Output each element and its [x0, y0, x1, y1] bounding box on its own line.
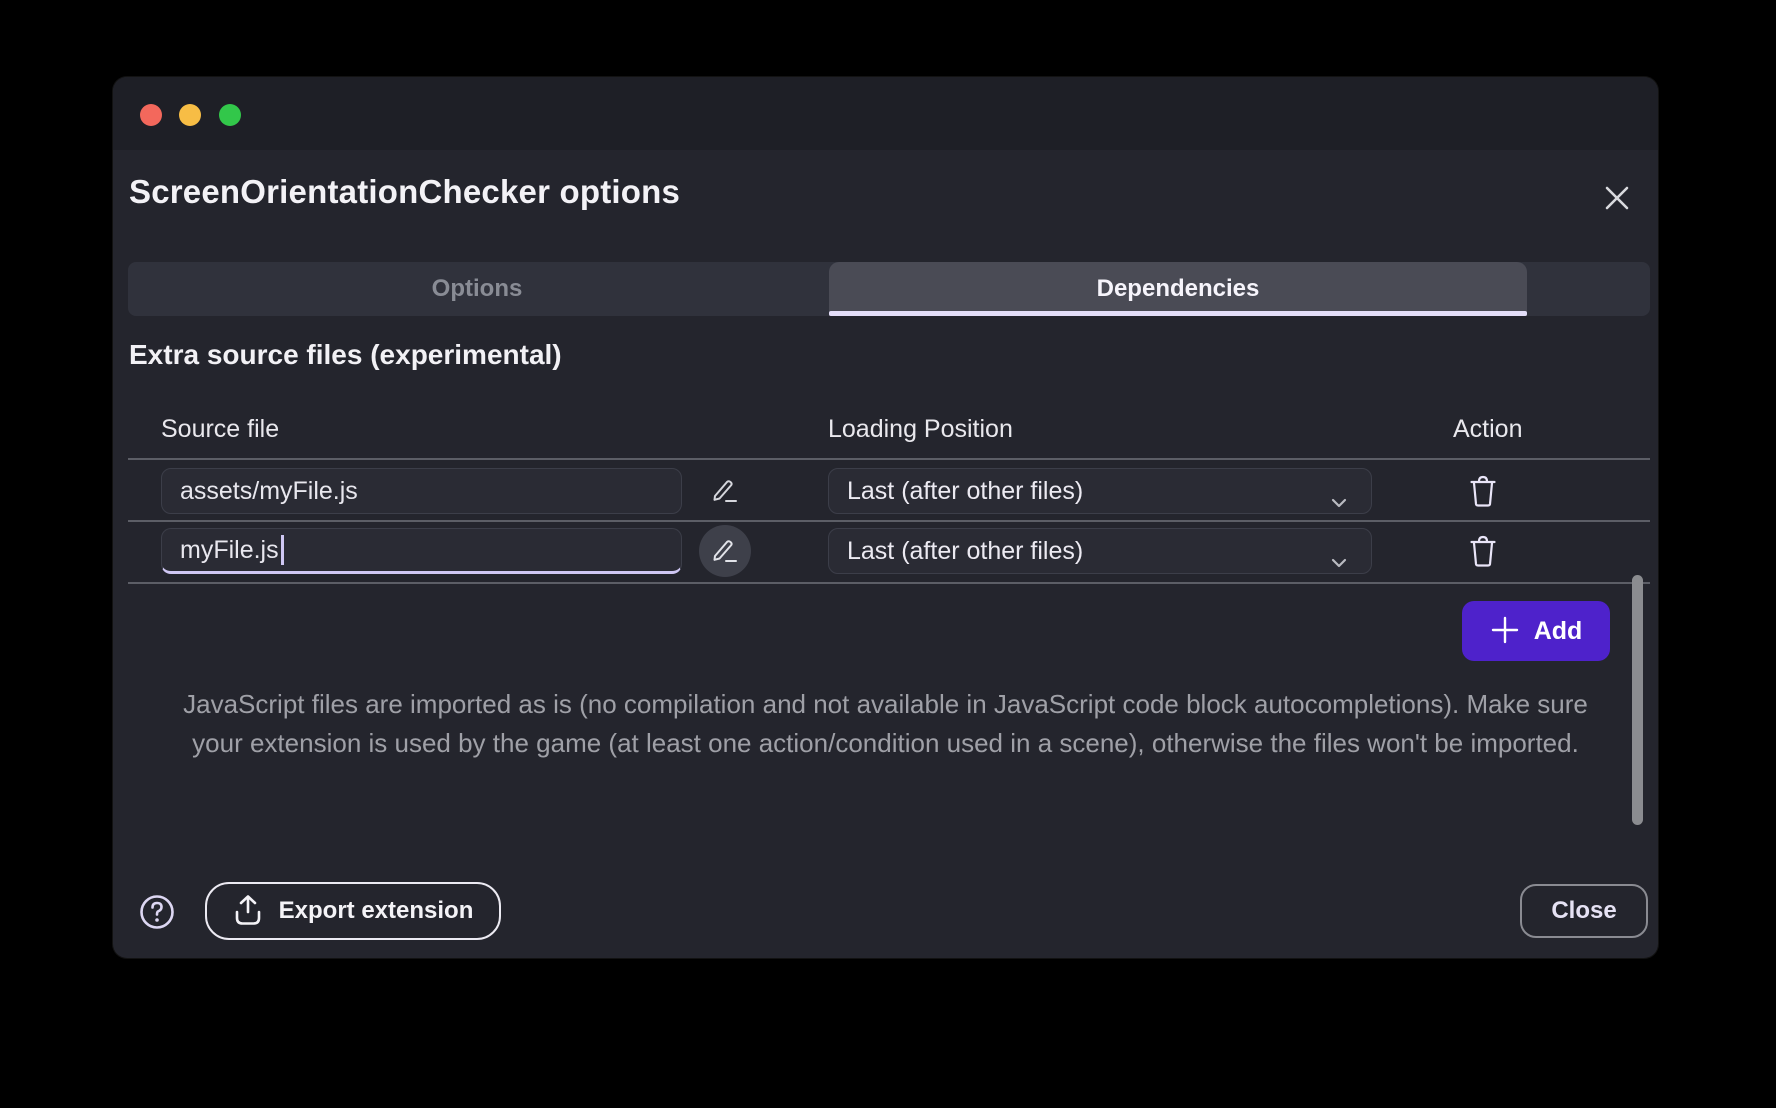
note-container: JavaScript files are imported as is (no … [133, 685, 1638, 763]
tab-dependencies-label: Dependencies [1097, 275, 1260, 303]
source-file-value-row2: myFile.js [180, 536, 279, 565]
plus-icon [1490, 615, 1520, 648]
loading-position-select-row1[interactable]: Last (after other files) [828, 468, 1372, 514]
import-note-text: JavaScript files are imported as is (no … [156, 685, 1616, 763]
tab-dependencies[interactable]: Dependencies [829, 262, 1527, 316]
chevron-down-icon [1331, 486, 1347, 515]
add-button[interactable]: Add [1462, 601, 1610, 661]
column-header-source-file: Source file [161, 415, 279, 444]
help-button[interactable] [137, 892, 177, 932]
window-titlebar [113, 77, 1658, 150]
section-heading: Extra source files (experimental) [129, 339, 562, 371]
traffic-light-close-icon[interactable] [140, 104, 162, 126]
edit-pen-icon-row1[interactable] [699, 465, 751, 517]
column-header-loading-position: Loading Position [828, 415, 1013, 444]
tab-options-label: Options [432, 275, 523, 303]
export-extension-label: Export extension [279, 897, 474, 925]
add-button-label: Add [1534, 617, 1583, 646]
loading-position-value-row2: Last (after other files) [847, 537, 1083, 566]
loading-position-value-row1: Last (after other files) [847, 477, 1083, 506]
source-file-value-row1: assets/myFile.js [180, 477, 358, 506]
close-button[interactable]: Close [1520, 884, 1648, 938]
edit-pen-icon-row2[interactable] [699, 525, 751, 577]
export-extension-button[interactable]: Export extension [205, 882, 501, 940]
source-file-input-row1[interactable]: assets/myFile.js [161, 468, 682, 514]
table-divider [128, 520, 1650, 522]
tab-options[interactable]: Options [128, 262, 826, 316]
traffic-light-minimize-icon[interactable] [179, 104, 201, 126]
text-cursor [281, 535, 284, 565]
delete-trash-icon-row1[interactable] [1456, 464, 1510, 518]
chevron-down-icon [1331, 546, 1347, 575]
tab-bar: Options Dependencies [128, 262, 1650, 316]
table-divider [128, 582, 1650, 584]
screenshot-stage: ScreenOrientationChecker options Options… [0, 0, 1776, 1108]
loading-position-select-row2[interactable]: Last (after other files) [828, 528, 1372, 574]
dialog-title: ScreenOrientationChecker options [129, 173, 680, 211]
close-button-label: Close [1551, 897, 1616, 925]
close-icon[interactable] [1601, 182, 1633, 214]
table-divider [128, 458, 1650, 460]
column-header-action: Action [1453, 415, 1522, 444]
active-tab-indicator [829, 311, 1527, 316]
traffic-light-zoom-icon[interactable] [219, 104, 241, 126]
delete-trash-icon-row2[interactable] [1456, 524, 1510, 578]
upload-icon [233, 894, 263, 929]
source-file-input-row2[interactable]: myFile.js [161, 528, 682, 574]
extension-options-dialog: ScreenOrientationChecker options Options… [113, 77, 1658, 958]
